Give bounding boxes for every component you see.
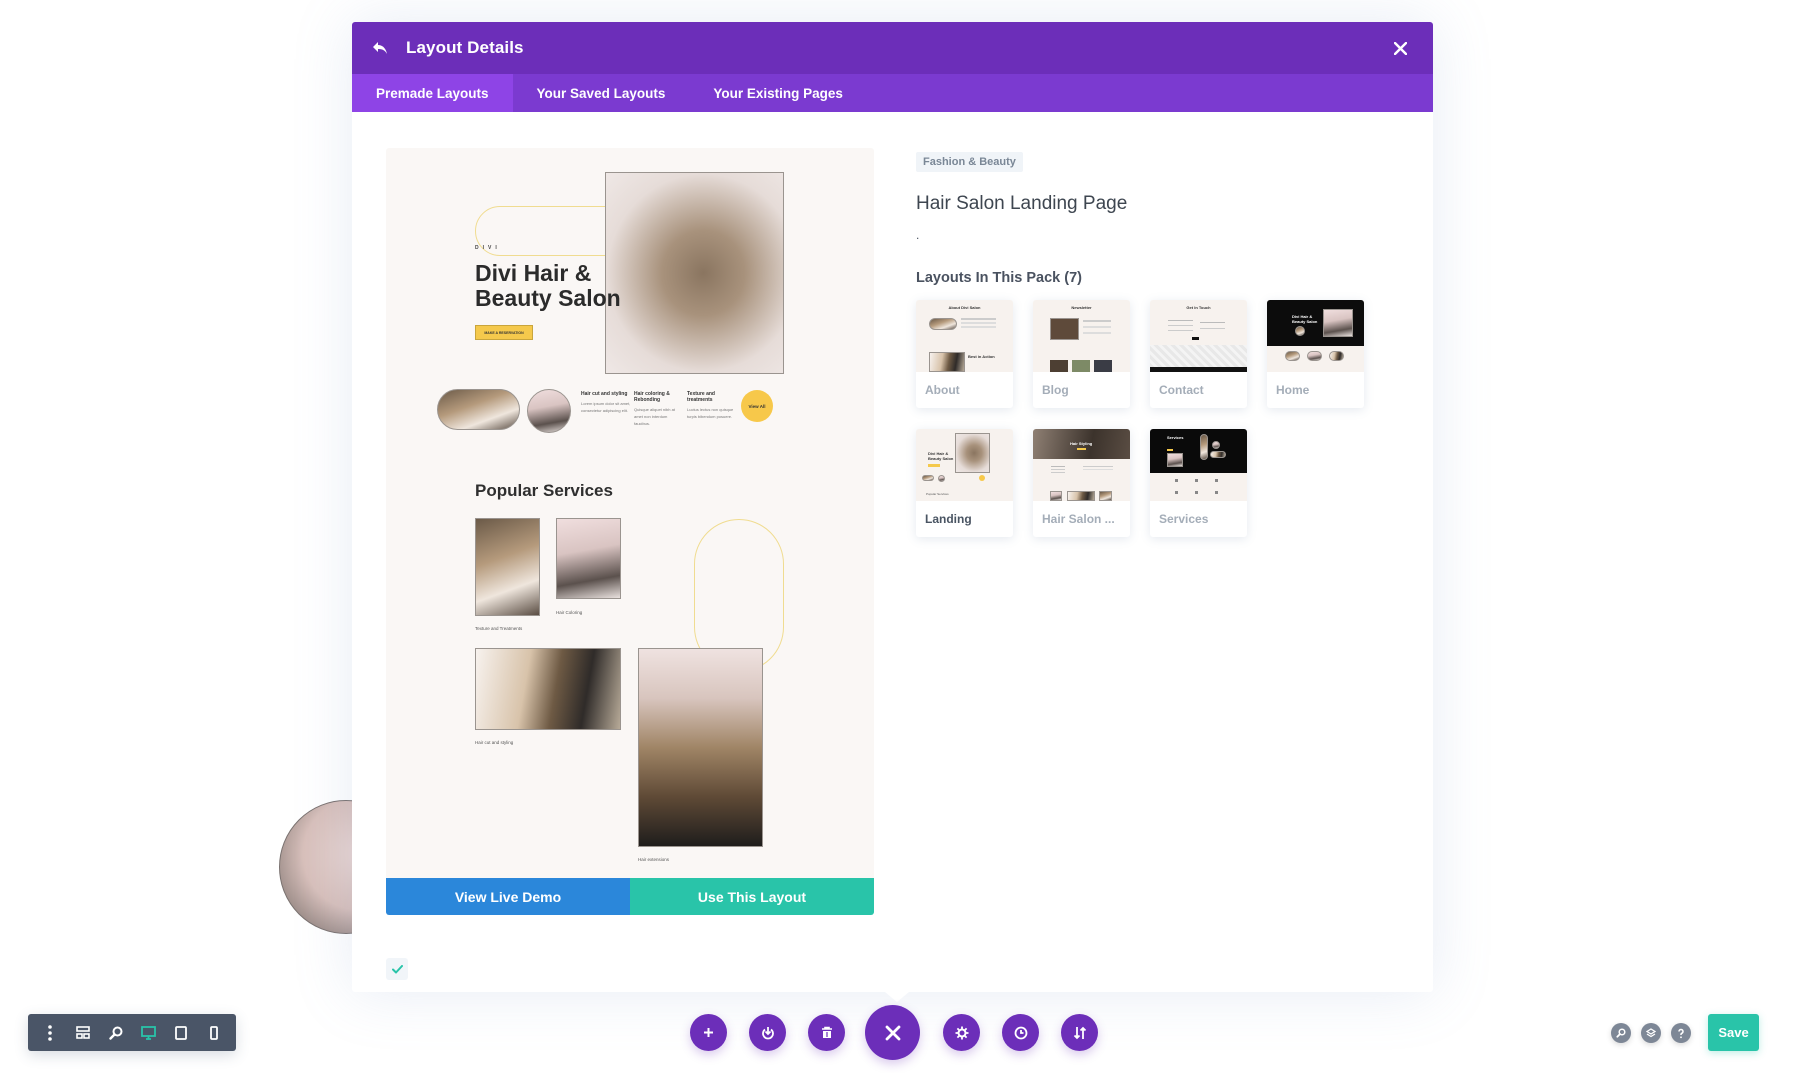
layout-details-modal: Layout Details Premade Layouts Your Save… — [352, 22, 1433, 1002]
sort-arrows-icon — [1073, 1026, 1086, 1039]
back-arrow-icon[interactable] — [370, 38, 390, 58]
preview-caption: Hair extensions — [638, 857, 670, 862]
preview-caption: Hair Coloring — [556, 610, 583, 615]
tablet-view-icon[interactable] — [170, 1022, 192, 1044]
trash-icon — [821, 1026, 832, 1038]
preview-caption: Texture and Treatments — [475, 626, 523, 631]
layout-card-services[interactable]: Services Services — [1150, 429, 1247, 537]
preview-reservation-button: MAKE A RESERVATION — [475, 325, 533, 340]
layout-card-blog[interactable]: Newsletter Blog — [1033, 300, 1130, 408]
layers-icon[interactable] — [1641, 1023, 1661, 1043]
right-tools — [1611, 1023, 1691, 1043]
close-icon — [885, 1025, 900, 1040]
portability-icon — [761, 1026, 774, 1039]
clock-icon — [1014, 1026, 1027, 1039]
preview-actions: View Live Demo Use This Layout — [386, 878, 874, 915]
preview-service-column: Hair cut and styling Lorem ipsum dolor s… — [581, 391, 631, 413]
view-live-demo-button[interactable]: View Live Demo — [386, 878, 630, 915]
layout-thumbnail: Divi Hair & Beauty Salon Popular Service… — [916, 429, 1013, 501]
layout-card-about[interactable]: About Divi Salon Best in Action About — [916, 300, 1013, 408]
layout-card-landing[interactable]: Divi Hair & Beauty Salon Popular Service… — [916, 429, 1013, 537]
preview-brand-small: DIVI — [475, 245, 501, 251]
layout-card-contact[interactable]: Get In Touch Contact — [1150, 300, 1247, 408]
help-icon[interactable] — [1671, 1023, 1691, 1043]
wireframe-icon[interactable] — [72, 1022, 94, 1044]
preview-service-image — [556, 518, 621, 599]
layout-card-label: Landing — [925, 512, 972, 526]
page-settings-button[interactable] — [943, 1014, 980, 1051]
portability-button[interactable] — [749, 1014, 786, 1051]
modal-pointer — [885, 992, 909, 1002]
page-actions-toolbar — [690, 1005, 1110, 1061]
layout-card-label: Blog — [1042, 383, 1069, 397]
layout-card-label: Contact — [1159, 383, 1204, 397]
pack-layouts-grid: About Divi Salon Best in Action About Ne… — [916, 300, 1396, 537]
layout-thumbnail: Services — [1150, 429, 1247, 501]
more-options-icon[interactable] — [39, 1022, 61, 1044]
tab-your-existing-pages[interactable]: Your Existing Pages — [689, 74, 867, 112]
preview-service-image — [475, 648, 621, 730]
pack-title: Layouts In This Pack (7) — [916, 270, 1082, 286]
preview-service-image — [638, 648, 763, 847]
layout-card-label: Services — [1159, 512, 1209, 526]
layout-details-panel: Fashion & Beauty Hair Salon Landing Page… — [916, 152, 1396, 537]
preview-hero-title: Divi Hair & Beauty Salon — [475, 260, 621, 311]
save-button[interactable]: Save — [1708, 1014, 1759, 1051]
add-button[interactable] — [690, 1014, 727, 1051]
view-mode-toolbar — [28, 1014, 236, 1051]
preview-round-image — [527, 389, 571, 433]
phone-view-icon[interactable] — [203, 1022, 225, 1044]
search-icon[interactable] — [1611, 1023, 1631, 1043]
tab-bar: Premade Layouts Your Saved Layouts Your … — [352, 74, 1433, 112]
layout-card-label: Home — [1276, 383, 1310, 397]
preview-service-image — [475, 518, 540, 616]
layout-thumbnail: Hair Styling — [1033, 429, 1130, 501]
layout-thumbnail: Get In Touch — [1150, 300, 1247, 372]
modal-header: Layout Details — [352, 22, 1433, 74]
preview-caption: Hair cut and styling — [475, 740, 514, 745]
preview-view-all-button: View All — [741, 390, 773, 422]
close-icon[interactable] — [1389, 37, 1411, 59]
layout-thumbnail: Divi Hair & Beauty Salon — [1267, 300, 1364, 372]
gear-icon — [955, 1026, 968, 1039]
confirm-checkbox[interactable] — [386, 958, 408, 980]
preview-service-column: Texture and treatments Luctus lectus non… — [687, 391, 734, 419]
preview-service-column: Hair coloring & Rebonding Quisque alique… — [634, 391, 675, 426]
close-settings-button[interactable] — [865, 1005, 920, 1060]
layout-thumbnail: Newsletter — [1033, 300, 1130, 372]
sort-button[interactable] — [1061, 1014, 1098, 1051]
category-badge[interactable]: Fashion & Beauty — [916, 152, 1023, 172]
layout-description: . — [916, 228, 920, 242]
layout-preview: DIVI Divi Hair & Beauty Salon MAKE A RES… — [386, 148, 874, 878]
checkmark-icon — [391, 964, 403, 973]
tab-your-saved-layouts[interactable]: Your Saved Layouts — [513, 74, 690, 112]
layout-name: Hair Salon Landing Page — [916, 193, 1128, 214]
layout-card-label: Hair Salon ... — [1042, 512, 1115, 526]
use-this-layout-button[interactable]: Use This Layout — [630, 878, 874, 915]
history-button[interactable] — [1002, 1014, 1039, 1051]
modal-title: Layout Details — [406, 38, 524, 57]
clear-layout-button[interactable] — [808, 1014, 845, 1051]
zoom-icon[interactable] — [105, 1022, 127, 1044]
preview-pill-image — [437, 389, 520, 430]
layout-card-home[interactable]: Divi Hair & Beauty Salon Home — [1267, 300, 1364, 408]
preview-popular-title: Popular Services — [475, 481, 613, 500]
desktop-view-icon[interactable] — [137, 1022, 159, 1044]
layout-card-hair-salon[interactable]: Hair Styling Hair Salon ... — [1033, 429, 1130, 537]
layout-thumbnail: About Divi Salon Best in Action — [916, 300, 1013, 372]
plus-icon — [704, 1028, 713, 1037]
tab-premade-layouts[interactable]: Premade Layouts — [352, 74, 513, 112]
layout-card-label: About — [925, 383, 960, 397]
